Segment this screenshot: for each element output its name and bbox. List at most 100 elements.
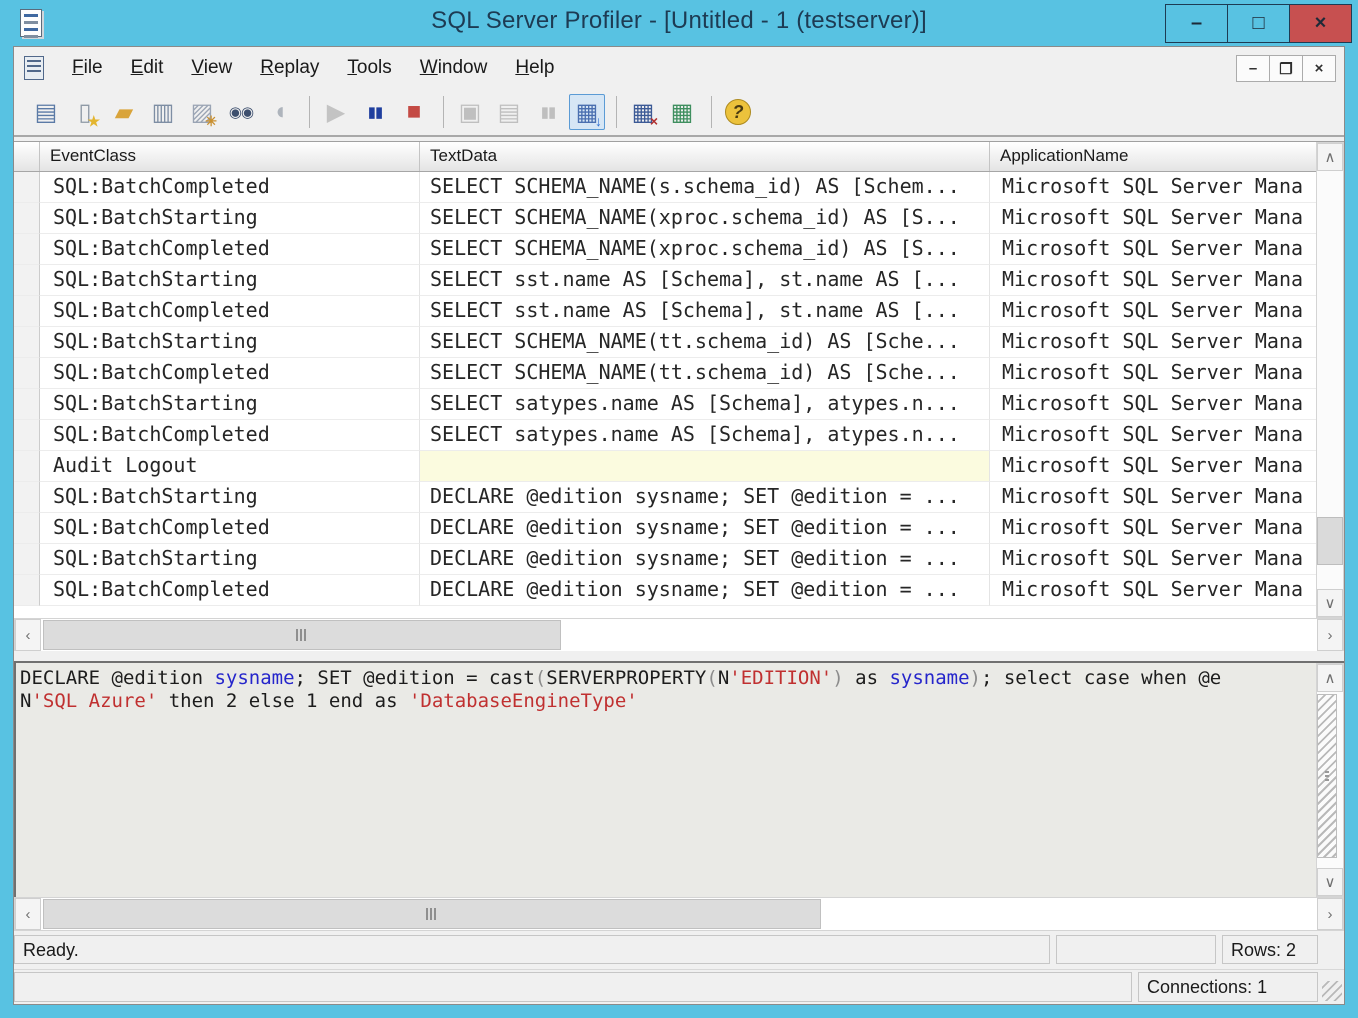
grid-header: EventClassTextDataApplicationName	[14, 142, 1318, 172]
grid-hscroll-thumb[interactable]	[43, 620, 561, 650]
trace-grid: EventClassTextDataApplicationName SQL:Ba…	[14, 141, 1344, 651]
table-row[interactable]: SQL:BatchCompletedSELECT satypes.name AS…	[14, 420, 1318, 451]
textdata-cell: SELECT satypes.name AS [Schema], atypes.…	[420, 420, 990, 451]
table-row[interactable]: SQL:BatchStartingDECLARE @edition sysnam…	[14, 482, 1318, 513]
table-row[interactable]: SQL:BatchStartingSELECT SCHEMA_NAME(tt.s…	[14, 327, 1318, 358]
resize-grip[interactable]	[1322, 981, 1342, 1001]
row-selector-cell	[14, 482, 40, 513]
detail-hscroll-thumb[interactable]	[43, 899, 821, 929]
scroll-right-button[interactable]: ›	[1317, 898, 1343, 930]
scroll-left-icon: ‹	[26, 906, 31, 923]
new-trace-template-icon[interactable]: ▯★	[67, 94, 103, 130]
auto-scroll-icon-badge: ↓	[595, 114, 602, 128]
detail-vertical-scrollbar[interactable]: ∧ ∨	[1316, 663, 1344, 897]
toggle-breakpoint-icon[interactable]: ▮▮	[530, 94, 566, 130]
textdata-cell: SELECT SCHEMA_NAME(xproc.schema_id) AS […	[420, 203, 990, 234]
column-filter-icon[interactable]: ▦×	[625, 94, 661, 130]
open-trace-file-icon[interactable]: ▰	[106, 94, 142, 130]
minimize-icon: –	[1191, 12, 1202, 35]
eventclass-cell: SQL:BatchStarting	[40, 265, 420, 296]
grid-vertical-scrollbar[interactable]: ∧ ∨	[1316, 142, 1344, 618]
table-row[interactable]: Audit LogoutMicrosoft SQL Server Mana	[14, 451, 1318, 482]
row-selector-cell	[14, 296, 40, 327]
applicationname-cell: Microsoft SQL Server Mana	[990, 420, 1318, 451]
pause-trace-icon[interactable]: ▮▮	[357, 94, 393, 130]
applicationname-cell: Microsoft SQL Server Mana	[990, 265, 1318, 296]
table-row[interactable]: SQL:BatchCompletedSELECT SCHEMA_NAME(s.s…	[14, 172, 1318, 203]
grid-horizontal-scrollbar[interactable]: ‹ ›	[14, 618, 1344, 652]
menu-item-tools[interactable]: Tools	[333, 51, 405, 85]
scroll-down-button[interactable]: ∨	[1317, 589, 1343, 617]
row-selector-cell	[14, 265, 40, 296]
table-row[interactable]: SQL:BatchCompletedSELECT SCHEMA_NAME(tt.…	[14, 358, 1318, 389]
menu-item-replay[interactable]: Replay	[246, 51, 333, 85]
trace-document-icon[interactable]	[24, 56, 44, 80]
detail-vscroll-thumb[interactable]	[1317, 694, 1337, 858]
scroll-up-icon: ∧	[1325, 669, 1336, 687]
scroll-down-button[interactable]: ∨	[1317, 868, 1343, 896]
mdi-restore-button[interactable]: ❐	[1269, 55, 1303, 82]
menu-item-help[interactable]: Help	[501, 51, 568, 85]
textdata-detail-pane[interactable]: DECLARE @edition sysname; SET @edition =…	[14, 661, 1344, 897]
table-row[interactable]: SQL:BatchStartingSELECT SCHEMA_NAME(xpro…	[14, 203, 1318, 234]
close-button[interactable]: ×	[1289, 4, 1352, 43]
table-row[interactable]: SQL:BatchStartingSELECT sst.name AS [Sch…	[14, 265, 1318, 296]
save-trace-icon[interactable]: ▥	[145, 94, 181, 130]
menu-item-window[interactable]: Window	[406, 51, 502, 85]
title-bar: SQL Server Profiler - [Untitled - 1 (tes…	[0, 0, 1358, 46]
detail-horizontal-scrollbar[interactable]: ‹ ›	[14, 897, 1344, 931]
table-row[interactable]: SQL:BatchCompletedDECLARE @edition sysna…	[14, 575, 1318, 606]
menu-bar: FileEditViewReplayToolsWindowHelp – ❐ ×	[14, 47, 1344, 89]
run-to-cursor-icon[interactable]: ▤	[491, 94, 527, 130]
auto-scroll-icon[interactable]: ▦↓	[569, 94, 605, 130]
textdata-cell: SELECT satypes.name AS [Schema], atypes.…	[420, 389, 990, 420]
eventclass-cell: SQL:BatchCompleted	[40, 358, 420, 389]
clear-trace-icon[interactable]: ◖	[262, 94, 298, 130]
scroll-up-button[interactable]: ∧	[1317, 143, 1343, 171]
pane-splitter[interactable]	[14, 651, 1344, 661]
scroll-up-icon: ∧	[1325, 148, 1336, 166]
mdi-minimize-button[interactable]: –	[1236, 55, 1270, 82]
mdi-minimize-icon: –	[1249, 60, 1257, 77]
row-selector-cell	[14, 327, 40, 358]
minimize-button[interactable]: –	[1165, 4, 1228, 43]
table-row[interactable]: SQL:BatchCompletedSELECT sst.name AS [Sc…	[14, 296, 1318, 327]
scroll-right-button[interactable]: ›	[1317, 619, 1343, 651]
execute-one-step-icon[interactable]: ▣	[452, 94, 488, 130]
table-row[interactable]: SQL:BatchCompletedSELECT SCHEMA_NAME(xpr…	[14, 234, 1318, 265]
row-selector-cell	[14, 544, 40, 575]
help-icon[interactable]: ?	[720, 94, 756, 130]
scroll-up-button[interactable]: ∧	[1317, 664, 1343, 692]
grid-vscroll-thumb[interactable]	[1317, 517, 1343, 565]
menu-item-file[interactable]: File	[58, 51, 117, 85]
menu-item-view[interactable]: View	[177, 51, 246, 85]
menu-item-edit[interactable]: Edit	[117, 51, 178, 85]
scroll-right-icon: ›	[1328, 906, 1333, 923]
run-trace-icon[interactable]: ▶	[318, 94, 354, 130]
textdata-cell: SELECT SCHEMA_NAME(s.schema_id) AS [Sche…	[420, 172, 990, 203]
table-row[interactable]: SQL:BatchStartingSELECT satypes.name AS …	[14, 389, 1318, 420]
connection-status-bar: Connections: 1	[14, 969, 1344, 1005]
sql-token: sysname	[214, 667, 294, 689]
table-row[interactable]: SQL:BatchCompletedDECLARE @edition sysna…	[14, 513, 1318, 544]
new-trace-icon[interactable]: ▤	[28, 94, 64, 130]
toolbar: ▤▯★▰▥▨✳◉◉◖▶▮▮■▣▤▮▮▦↓▦×▦?	[14, 89, 1344, 137]
properties-icon[interactable]: ▨✳	[184, 94, 220, 130]
table-row[interactable]: SQL:BatchStartingDECLARE @edition sysnam…	[14, 544, 1318, 575]
sql-token: (	[706, 667, 717, 689]
scroll-left-button[interactable]: ‹	[15, 898, 41, 930]
row-selector-cell	[14, 451, 40, 482]
sql-token: ; select case when @e	[981, 667, 1221, 689]
scroll-left-button[interactable]: ‹	[15, 619, 41, 651]
column-header-eventclass[interactable]: EventClass	[40, 142, 420, 171]
find-icon[interactable]: ◉◉	[223, 94, 259, 130]
sql-token: DECLARE @edition	[20, 667, 214, 689]
scroll-down-icon: ∨	[1325, 594, 1336, 612]
mdi-close-button[interactable]: ×	[1302, 55, 1336, 82]
column-header-textdata[interactable]: TextData	[420, 142, 990, 171]
grouped-view-icon[interactable]: ▦	[664, 94, 700, 130]
eventclass-cell: SQL:BatchCompleted	[40, 513, 420, 544]
stop-trace-icon[interactable]: ■	[396, 94, 432, 130]
column-header-applicationname[interactable]: ApplicationName	[990, 142, 1318, 171]
maximize-button[interactable]: □	[1227, 4, 1290, 43]
